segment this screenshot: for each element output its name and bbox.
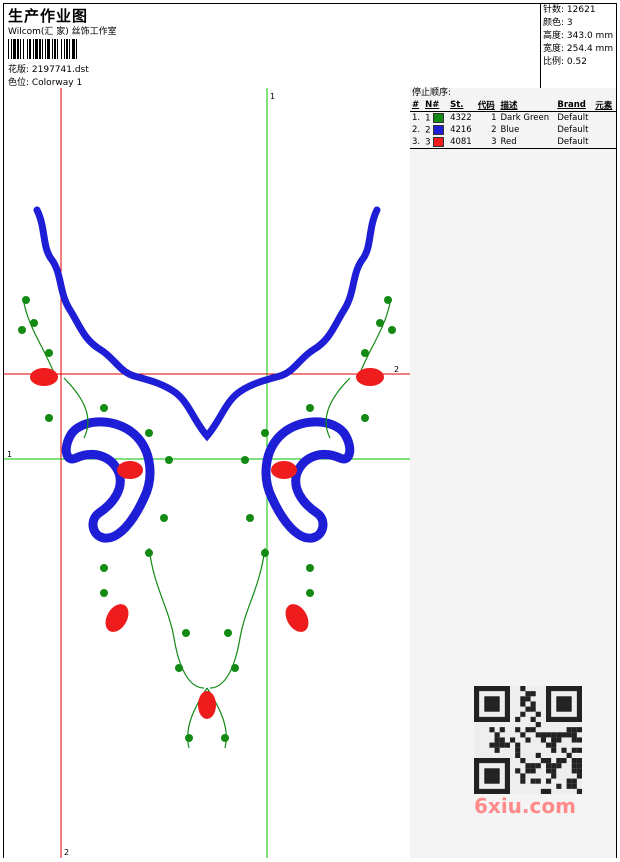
col-number: N# xyxy=(425,100,440,110)
paisley-left xyxy=(61,417,155,543)
stat-colors: 颜色: 3 xyxy=(543,18,573,28)
guide-label-right: 2 xyxy=(394,365,399,374)
col-stitches: St. xyxy=(450,100,464,110)
swatch-red xyxy=(433,136,445,147)
design-file: 花版: 2197741.dst xyxy=(8,65,89,75)
col-code: 代码 xyxy=(477,101,495,111)
stats-panel: 针数: 12621 颜色: 3 高度: 343.0 mm 宽度: 254.4 m… xyxy=(540,4,617,88)
col-description: 描述 xyxy=(500,101,518,111)
leaves xyxy=(18,296,396,742)
stat-height: 高度: 343.0 mm xyxy=(543,31,614,41)
guide-label-bottom: 2 xyxy=(64,848,69,857)
table-row: 1. 1 4322 1 Dark Green Default xyxy=(412,112,589,124)
sequence-title: 停止顺序: xyxy=(412,88,452,98)
colorway: 色位: Colorway 1 xyxy=(8,78,83,88)
design-canvas: 1 1 2 2 xyxy=(4,88,411,858)
table-row: 3. 3 4081 3 Red Default xyxy=(410,136,616,149)
company-name: Wilcom(汇 家) 丝饰工作室 xyxy=(8,27,117,37)
col-brand: Brand xyxy=(557,100,586,110)
stat-width: 宽度: 254.4 mm xyxy=(543,44,614,54)
table-header: # N# St. 代码 描述 Brand 元素 xyxy=(410,99,616,112)
paisley-right xyxy=(261,417,355,543)
production-sheet: 生产作业图 Wilcom(汇 家) 丝饰工作室 花版: 2197741.dst … xyxy=(3,3,617,858)
barcode xyxy=(8,39,77,59)
stop-sequence-panel: 停止顺序: # N# St. 代码 描述 Brand 元素 1. 1 4322 … xyxy=(410,88,616,858)
stat-stitches: 针数: 12621 xyxy=(543,5,596,15)
col-index: # xyxy=(412,100,420,110)
swatch-green xyxy=(433,112,445,123)
swatch-blue xyxy=(433,124,445,135)
sequence-table: # N# St. 代码 描述 Brand 元素 1. 1 4322 1 Dark… xyxy=(410,99,616,149)
neckline-band xyxy=(33,206,381,442)
vines xyxy=(23,302,391,749)
guide-label-top: 1 xyxy=(270,92,275,101)
guide-label-left: 1 xyxy=(7,450,12,459)
table-row: 2. 2 4216 2 Blue Default xyxy=(412,124,589,136)
stat-scale: 比例: 0.52 xyxy=(543,57,587,67)
embroidery-design: 1 1 2 2 xyxy=(4,88,410,858)
qr-code xyxy=(474,686,582,794)
watermark: 6xiu.com xyxy=(474,794,576,818)
col-element: 元素 xyxy=(595,101,613,111)
sheet-title: 生产作业图 xyxy=(8,7,89,25)
header: 生产作业图 Wilcom(汇 家) 丝饰工作室 花版: 2197741.dst … xyxy=(4,4,616,89)
